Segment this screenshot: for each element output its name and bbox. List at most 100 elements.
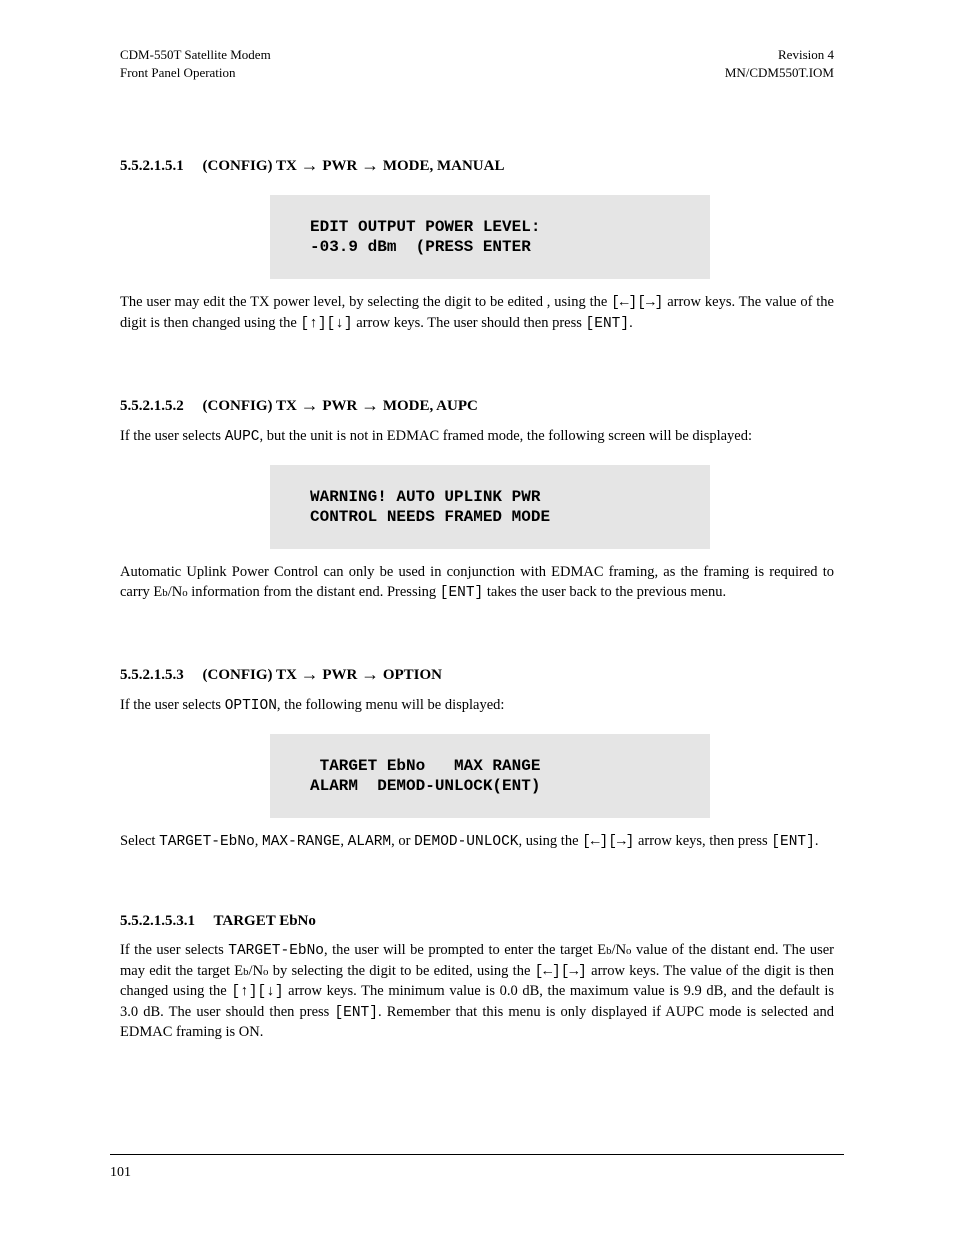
text-run: arrow keys, then press	[634, 833, 771, 849]
section-number: 5.5.2.1.5.2	[120, 398, 184, 414]
trail-part: (CONFIG) TX	[203, 667, 301, 683]
header-right: Revision 4 MN/CDM550T.IOM	[725, 46, 834, 81]
text-run: .	[629, 315, 633, 331]
text-run: arrow keys. The user should then press	[353, 315, 586, 331]
text-run: The user may edit the TX power level, by…	[120, 294, 611, 310]
page: CDM-550T Satellite Modem Front Panel Ope…	[0, 0, 954, 1235]
key-right: [→]	[608, 834, 634, 850]
key-enter: [ENT]	[586, 316, 630, 332]
key-left: [←]	[582, 834, 608, 850]
trail-part: (CONFIG) TX	[203, 158, 301, 174]
trail-part: MODE, MANUAL	[379, 158, 504, 174]
footer-rule	[110, 1154, 844, 1155]
arrow-right-icon: →	[301, 664, 319, 684]
header-right-line2: MN/CDM550T.IOM	[725, 65, 834, 80]
key-enter: [ENT]	[771, 834, 815, 850]
text-run: /N	[249, 963, 264, 979]
arrow-right-icon: →	[301, 155, 319, 175]
paragraph: If the user selects TARGET-EbNo, the use…	[120, 941, 834, 1043]
paragraph: Select TARGET-EbNo, MAX-RANGE, ALARM, or…	[120, 832, 834, 853]
lcd-line: CONTROL NEEDS FRAMED MODE	[310, 508, 550, 526]
lcd-display-option: TARGET EbNo MAX RANGE ALARM DEMOD-UNLOCK…	[270, 734, 710, 818]
trail-part: PWR	[319, 667, 362, 683]
trail-part: OPTION	[379, 667, 442, 683]
text-run: , the following menu will be displayed:	[277, 697, 505, 713]
arrow-right-icon: →	[361, 395, 379, 415]
section-manual-mode: 5.5.2.1.5.1 (CONFIG) TX → PWR → MODE, MA…	[120, 153, 834, 334]
key-up: [↑]	[300, 316, 326, 332]
arrow-right-icon: →	[301, 395, 319, 415]
section-target-ebno: 5.5.2.1.5.3.1 TARGET EbNo If the user se…	[120, 911, 834, 1043]
text-run: If the user selects	[120, 697, 225, 713]
text-run: , but the unit is not in EDMAC framed mo…	[260, 428, 753, 444]
page-header: CDM-550T Satellite Modem Front Panel Ope…	[120, 0, 834, 81]
section-trail: (CONFIG) TX → PWR → OPTION	[203, 667, 443, 683]
section-title: TARGET EbNo	[213, 913, 315, 929]
paragraph: Automatic Uplink Power Control can only …	[120, 563, 834, 603]
header-left-line2: Front Panel Operation	[120, 65, 236, 80]
section-heading-option: 5.5.2.1.5.3 (CONFIG) TX → PWR → OPTION	[120, 662, 834, 686]
trail-part: MODE, AUPC	[379, 398, 478, 414]
text-run: /N	[612, 942, 627, 958]
text-run: If the user selects	[120, 428, 225, 444]
header-left-line1: CDM-550T Satellite Modem	[120, 47, 271, 62]
section-heading-aupc: 5.5.2.1.5.2 (CONFIG) TX → PWR → MODE, AU…	[120, 393, 834, 417]
text-run: Select	[120, 833, 159, 849]
label-alarm: ALARM	[348, 834, 392, 850]
label-aupc: AUPC	[225, 429, 260, 445]
text-run: ,	[340, 833, 347, 849]
header-left: CDM-550T Satellite Modem Front Panel Ope…	[120, 46, 271, 81]
section-heading-manual: 5.5.2.1.5.1 (CONFIG) TX → PWR → MODE, MA…	[120, 153, 834, 177]
text-run: information from the distant end. Pressi…	[188, 584, 440, 600]
text-run: , using the	[519, 833, 583, 849]
trail-part: PWR	[319, 158, 362, 174]
text-run: .	[815, 833, 819, 849]
text-run: , or	[391, 833, 414, 849]
text-run: , the user will be prompted to enter the…	[324, 942, 606, 958]
page-footer: 101	[110, 1164, 844, 1183]
paragraph: If the user selects OPTION, the followin…	[120, 696, 834, 717]
text-run: /N	[168, 584, 183, 600]
paragraph: If the user selects AUPC, but the unit i…	[120, 427, 834, 448]
section-aupc-mode: 5.5.2.1.5.2 (CONFIG) TX → PWR → MODE, AU…	[120, 393, 834, 604]
section-trail: (CONFIG) TX → PWR → MODE, AUPC	[203, 398, 478, 414]
arrow-right-icon: →	[361, 664, 379, 684]
key-down: [↓]	[327, 316, 353, 332]
arrow-right-icon: →	[361, 155, 379, 175]
paragraph: The user may edit the TX power level, by…	[120, 293, 834, 334]
key-left: [←]	[535, 964, 561, 980]
lcd-line: -03.9 dBm (PRESS ENTER	[310, 238, 531, 256]
header-right-line1: Revision 4	[778, 47, 834, 62]
lcd-line: ALARM DEMOD-UNLOCK(ENT)	[310, 777, 540, 795]
key-enter: [ENT]	[334, 1005, 378, 1021]
lcd-line: EDIT OUTPUT POWER LEVEL:	[310, 218, 540, 236]
section-number: 5.5.2.1.5.3	[120, 667, 184, 683]
lcd-line: TARGET EbNo MAX RANGE	[310, 757, 540, 775]
lcd-display-manual: EDIT OUTPUT POWER LEVEL: -03.9 dBm (PRES…	[270, 195, 710, 279]
trail-part: PWR	[319, 398, 362, 414]
key-right: [→]	[561, 964, 587, 980]
section-heading-target-ebno: 5.5.2.1.5.3.1 TARGET EbNo	[120, 911, 834, 931]
label-option: OPTION	[225, 698, 277, 714]
footer-left: 101	[110, 1164, 131, 1183]
label-target-ebno: TARGET-EbNo	[228, 943, 324, 959]
label-demod-unlock: DEMOD-UNLOCK	[414, 834, 518, 850]
text-run: If the user selects	[120, 942, 228, 958]
key-left: [←]	[611, 295, 637, 311]
section-number: 5.5.2.1.5.3.1	[120, 913, 195, 929]
label-max-range: MAX-RANGE	[262, 834, 340, 850]
key-right: [→]	[637, 295, 663, 311]
text-run: takes the user back to the previous menu…	[483, 584, 726, 600]
label-target-ebno: TARGET-EbNo	[159, 834, 255, 850]
lcd-line: WARNING! AUTO UPLINK PWR	[310, 488, 540, 506]
text-run: ,	[255, 833, 262, 849]
key-up: [↑]	[231, 984, 257, 1000]
lcd-display-aupc: WARNING! AUTO UPLINK PWR CONTROL NEEDS F…	[270, 465, 710, 549]
section-option-mode: 5.5.2.1.5.3 (CONFIG) TX → PWR → OPTION I…	[120, 662, 834, 853]
key-enter: [ENT]	[440, 585, 484, 601]
key-down: [↓]	[257, 984, 283, 1000]
section-trail: (CONFIG) TX → PWR → MODE, MANUAL	[203, 158, 505, 174]
section-number: 5.5.2.1.5.1	[120, 158, 184, 174]
text-run: by selecting the digit to be edited, usi…	[268, 963, 534, 979]
trail-part: (CONFIG) TX	[203, 398, 301, 414]
